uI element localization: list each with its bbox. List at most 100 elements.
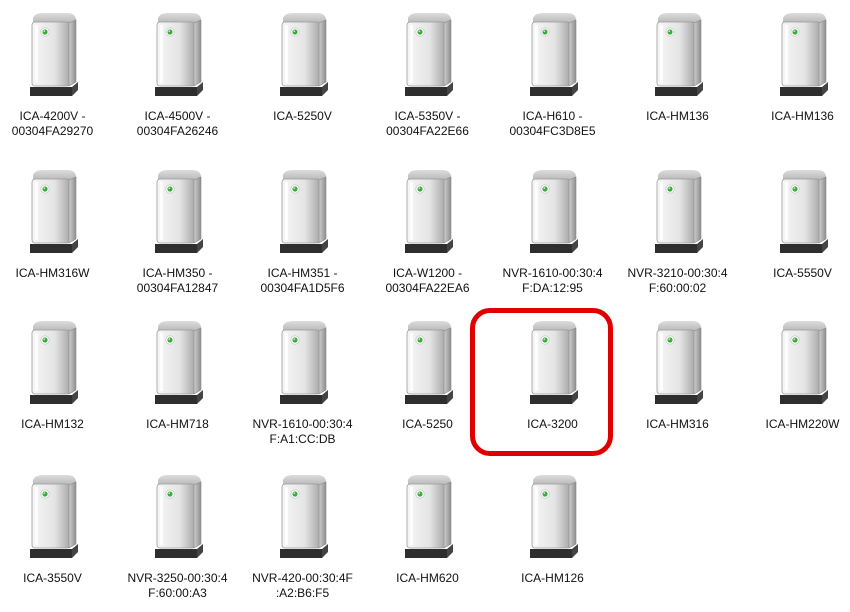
device-item[interactable]: ICA-HM220W bbox=[740, 308, 850, 458]
device-item[interactable]: ICA-5250V bbox=[240, 0, 365, 150]
device-label[interactable]: ICA-4200V -00304FA29270 bbox=[0, 109, 115, 139]
network-device-tower-icon[interactable] bbox=[525, 318, 581, 408]
device-label[interactable]: ICA-H610 -00304FC3D8E5 bbox=[490, 109, 615, 139]
network-device-tower-icon[interactable] bbox=[650, 318, 706, 408]
network-device-tower-icon[interactable] bbox=[275, 167, 331, 257]
device-item[interactable]: NVR-420-00:30:4F:A2:B6:F5 bbox=[240, 462, 365, 612]
network-device-tower-icon[interactable] bbox=[25, 472, 81, 562]
device-item[interactable]: ICA-HM126 bbox=[490, 462, 615, 612]
device-label[interactable]: ICA-HM136 bbox=[615, 109, 740, 124]
device-label-line: ICA-HM220W bbox=[765, 417, 840, 431]
device-label-line: ICA-HM136 bbox=[646, 109, 709, 123]
network-device-tower-icon[interactable] bbox=[150, 318, 206, 408]
device-label[interactable]: ICA-HM351 -00304FA1D5F6 bbox=[240, 266, 365, 296]
device-label[interactable]: ICA-HM220W bbox=[740, 417, 850, 432]
device-label[interactable]: NVR-3210-00:30:4 F:60:00:02 bbox=[615, 266, 740, 296]
device-item[interactable]: ICA-H610 -00304FC3D8E5 bbox=[490, 0, 615, 150]
device-label[interactable]: ICA-4500V -00304FA26246 bbox=[115, 109, 240, 139]
network-device-tower-icon[interactable] bbox=[275, 318, 331, 408]
device-label-line: 00304FA1D5F6 bbox=[260, 281, 345, 295]
device-label-line: 00304FA22EA6 bbox=[385, 281, 470, 295]
device-label[interactable]: ICA-HM350 -00304FA12847 bbox=[115, 266, 240, 296]
device-item[interactable]: ICA-HM316W bbox=[0, 157, 115, 307]
device-label[interactable]: ICA-HM316 bbox=[615, 417, 740, 432]
network-device-tower-icon[interactable] bbox=[150, 167, 206, 257]
device-label[interactable]: NVR-420-00:30:4F:A2:B6:F5 bbox=[240, 571, 365, 601]
device-label-line: 00304FA12847 bbox=[136, 281, 219, 295]
network-device-tower-icon[interactable] bbox=[525, 472, 581, 562]
device-item[interactable]: ICA-4200V -00304FA29270 bbox=[0, 0, 115, 150]
device-label[interactable]: ICA-5550V bbox=[740, 266, 850, 281]
device-label[interactable]: ICA-HM132 bbox=[0, 417, 115, 432]
device-item[interactable]: ICA-HM351 -00304FA1D5F6 bbox=[240, 157, 365, 307]
device-label-line: ICA-HM350 - bbox=[142, 266, 213, 280]
device-item[interactable]: ICA-HM132 bbox=[0, 308, 115, 458]
device-item[interactable]: NVR-3210-00:30:4 F:60:00:02 bbox=[615, 157, 740, 307]
device-item[interactable]: ICA-4500V -00304FA26246 bbox=[115, 0, 240, 150]
network-device-tower-icon[interactable] bbox=[275, 10, 331, 100]
device-label-line: 00304FA29270 bbox=[11, 124, 94, 138]
network-device-tower-icon[interactable] bbox=[400, 10, 456, 100]
device-item[interactable]: ICA-HM136 bbox=[740, 0, 850, 150]
network-device-tower-icon[interactable] bbox=[650, 10, 706, 100]
device-label-line: ICA-HM136 bbox=[771, 109, 834, 123]
device-label-line: F:60:00:A3 bbox=[148, 586, 207, 600]
device-label-line: F:60:00:02 bbox=[648, 281, 707, 295]
network-device-tower-icon[interactable] bbox=[775, 167, 831, 257]
device-item[interactable]: ICA-HM136 bbox=[615, 0, 740, 150]
device-label-line: F:DA:12:95 bbox=[522, 281, 583, 295]
device-label-line: ICA-HM316W bbox=[15, 266, 90, 280]
device-label-line: NVR-3210-00:30:4 bbox=[627, 266, 728, 280]
device-item[interactable]: ICA-HM620 bbox=[365, 462, 490, 612]
device-label-line: 00304FC3D8E5 bbox=[509, 124, 596, 138]
network-device-tower-icon[interactable] bbox=[525, 10, 581, 100]
device-item[interactable]: ICA-HM718 bbox=[115, 308, 240, 458]
device-item[interactable]: ICA-3550V bbox=[0, 462, 115, 612]
device-label-line: ICA-HM351 - bbox=[267, 266, 338, 280]
network-device-tower-icon[interactable] bbox=[25, 10, 81, 100]
network-device-tower-icon[interactable] bbox=[400, 472, 456, 562]
device-label-line: ICA-HM620 bbox=[396, 571, 459, 585]
network-device-tower-icon[interactable] bbox=[150, 472, 206, 562]
device-label-line: ICA-4200V - bbox=[19, 109, 86, 123]
network-device-tower-icon[interactable] bbox=[400, 318, 456, 408]
network-device-tower-icon[interactable] bbox=[775, 318, 831, 408]
device-label[interactable]: NVR-3250-00:30:4 F:60:00:A3 bbox=[115, 571, 240, 601]
device-label[interactable]: NVR-1610-00:30:4 F:A1:CC:DB bbox=[240, 417, 365, 447]
device-label[interactable]: ICA-HM316W bbox=[0, 266, 115, 281]
device-label-line: ICA-4500V - bbox=[144, 109, 211, 123]
network-device-tower-icon[interactable] bbox=[650, 167, 706, 257]
device-label[interactable]: ICA-HM136 bbox=[740, 109, 850, 124]
device-label[interactable]: ICA-3200 bbox=[490, 417, 615, 432]
device-label[interactable]: ICA-W1200 -00304FA22EA6 bbox=[365, 266, 490, 296]
device-label-line: ICA-HM316 bbox=[646, 417, 709, 431]
device-item[interactable]: ICA-HM350 -00304FA12847 bbox=[115, 157, 240, 307]
network-device-tower-icon[interactable] bbox=[400, 167, 456, 257]
network-device-tower-icon[interactable] bbox=[775, 10, 831, 100]
device-label[interactable]: ICA-5250 bbox=[365, 417, 490, 432]
device-label[interactable]: ICA-3550V bbox=[0, 571, 115, 586]
device-item[interactable]: NVR-1610-00:30:4 F:DA:12:95 bbox=[490, 157, 615, 307]
network-device-tower-icon[interactable] bbox=[525, 167, 581, 257]
device-item[interactable]: ICA-HM316 bbox=[615, 308, 740, 458]
device-item[interactable]: ICA-5350V -00304FA22E66 bbox=[365, 0, 490, 150]
device-icon-grid: ICA-4200V -00304FA29270 ICA-4500V -00304… bbox=[0, 0, 850, 602]
device-label[interactable]: ICA-HM620 bbox=[365, 571, 490, 586]
device-label[interactable]: NVR-1610-00:30:4 F:DA:12:95 bbox=[490, 266, 615, 296]
network-device-tower-icon[interactable] bbox=[275, 472, 331, 562]
device-label[interactable]: ICA-HM126 bbox=[490, 571, 615, 586]
network-device-tower-icon[interactable] bbox=[25, 318, 81, 408]
device-item[interactable]: NVR-1610-00:30:4 F:A1:CC:DB bbox=[240, 308, 365, 458]
device-item[interactable]: ICA-3200 bbox=[490, 308, 615, 458]
network-device-tower-icon[interactable] bbox=[25, 167, 81, 257]
device-label[interactable]: ICA-5350V -00304FA22E66 bbox=[365, 109, 490, 139]
device-label-line: ICA-5350V - bbox=[394, 109, 461, 123]
device-item[interactable]: NVR-3250-00:30:4 F:60:00:A3 bbox=[115, 462, 240, 612]
device-item[interactable]: ICA-5550V bbox=[740, 157, 850, 307]
device-label[interactable]: ICA-5250V bbox=[240, 109, 365, 124]
network-device-tower-icon[interactable] bbox=[150, 10, 206, 100]
device-label-line: NVR-1610-00:30:4 bbox=[252, 417, 353, 431]
device-label[interactable]: ICA-HM718 bbox=[115, 417, 240, 432]
device-item[interactable]: ICA-5250 bbox=[365, 308, 490, 458]
device-item[interactable]: ICA-W1200 -00304FA22EA6 bbox=[365, 157, 490, 307]
